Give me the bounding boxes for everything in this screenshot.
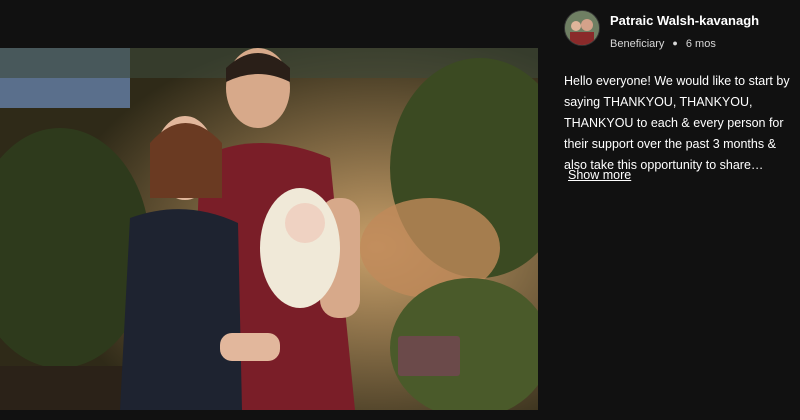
post-time: 6 mos: [685, 38, 716, 50]
author-role: Beneficiary: [610, 38, 665, 50]
post-sidebar: Patraic Walsh-kavanagh Beneficiary ● 6 mos…: [556, 0, 796, 420]
author-name[interactable]: Patraic Walsh-kavanagh: [610, 13, 759, 28]
profile-photo-icon: [565, 11, 599, 45]
post-header: Patraic Walsh-kavanagh Beneficiary ● 6 mos: [564, 8, 796, 50]
avatar[interactable]: [564, 10, 600, 46]
show-more-link[interactable]: Show more: [568, 168, 631, 182]
separator-dot-icon: ●: [672, 38, 678, 48]
post-photo[interactable]: [0, 48, 538, 410]
post-meta: Beneficiary ● 6 mos: [610, 38, 716, 50]
post-text: Hello everyone! We would like to start b…: [564, 74, 790, 172]
